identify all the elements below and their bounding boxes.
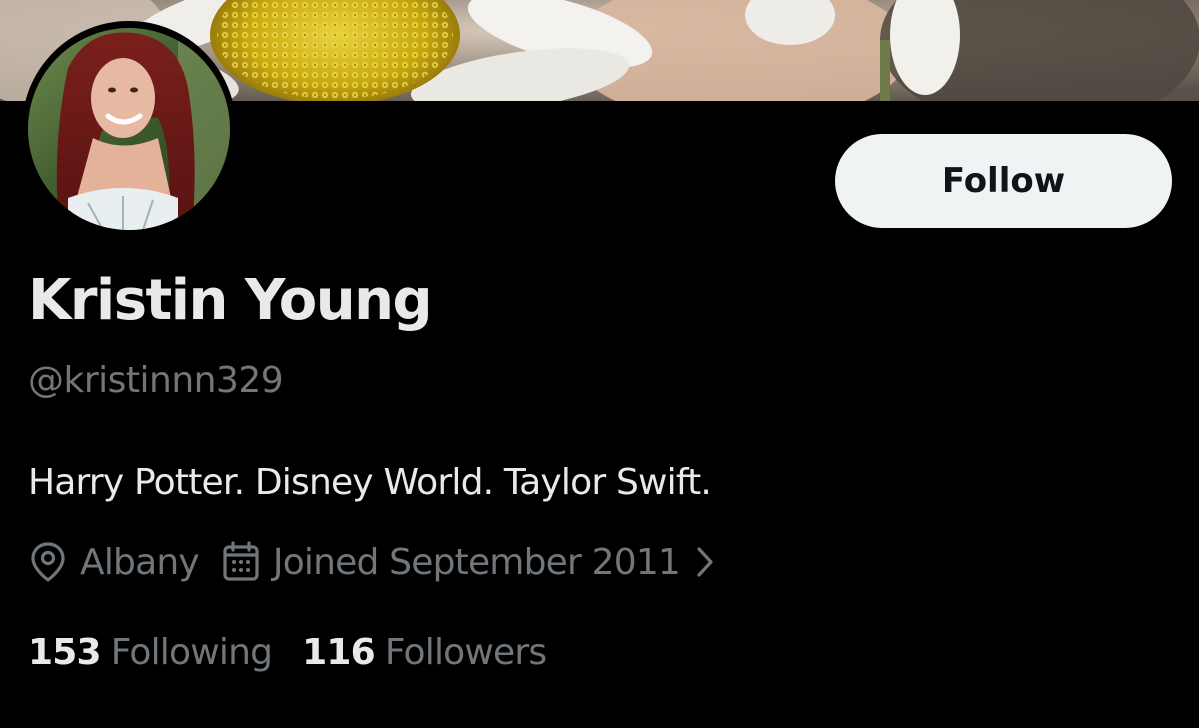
map-pin-icon — [28, 540, 68, 584]
calendar-icon — [221, 541, 261, 583]
followers-count: 116 — [302, 631, 376, 673]
profile-meta: Albany Joined September 2011 — [28, 534, 716, 590]
follow-button[interactable]: Follow — [835, 134, 1172, 228]
follow-stats: 153 Following 116 Followers — [28, 624, 547, 680]
following-link[interactable]: 153 Following — [28, 631, 273, 673]
joined-item[interactable]: Joined September 2011 — [221, 541, 716, 583]
chevron-right-icon — [694, 544, 716, 580]
profile-bio: Harry Potter. Disney World. Taylor Swift… — [28, 462, 712, 503]
avatar-image — [28, 28, 230, 230]
display-name: Kristin Young — [28, 268, 433, 333]
following-count: 153 — [28, 631, 102, 673]
profile-screen: Follow Kristin Young @kristinnn329 Harry… — [0, 0, 1199, 728]
location-text: Albany — [80, 541, 200, 583]
followers-label: Followers — [384, 631, 547, 673]
avatar[interactable] — [28, 28, 230, 230]
following-label: Following — [110, 631, 273, 673]
joined-text: Joined September 2011 — [272, 541, 681, 583]
followers-link[interactable]: 116 Followers — [302, 631, 547, 673]
location-item: Albany — [28, 540, 200, 584]
user-handle: @kristinnn329 — [28, 360, 284, 401]
